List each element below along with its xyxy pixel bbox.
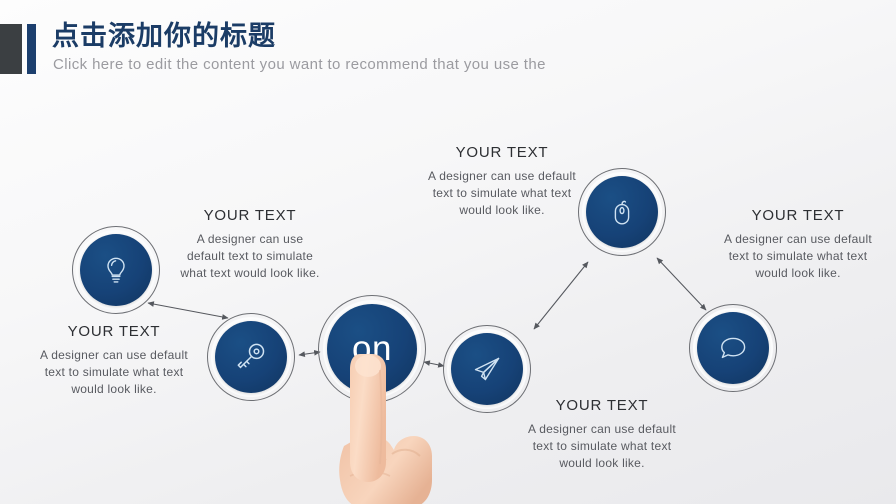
paper-plane-icon	[474, 357, 500, 381]
node-disc	[80, 234, 152, 306]
text-block-left: YOUR TEXT A designer can use default tex…	[30, 322, 198, 398]
node-disc	[215, 321, 287, 393]
speech-bubble-icon	[721, 337, 746, 359]
slide-canvas: 点击添加你的标题 Click here to edit the content …	[0, 0, 896, 504]
text-block-title: YOUR TEXT	[455, 144, 549, 161]
computer-mouse-icon	[614, 200, 630, 225]
on-button-label: on	[352, 328, 392, 368]
text-block-mouse: YOUR TEXT A designer can use default tex…	[425, 143, 579, 219]
text-block-body: A designer can use default text to simul…	[428, 169, 576, 217]
node-computer-mouse[interactable]	[578, 168, 666, 256]
lightbulb-icon	[107, 257, 125, 283]
node-disc	[697, 312, 769, 384]
node-paper-plane[interactable]	[443, 325, 531, 413]
text-block-chat: YOUR TEXT A designer can use default tex…	[715, 206, 881, 282]
node-disc: on	[327, 304, 417, 394]
text-block-body: A designer can use default text to simul…	[528, 422, 676, 470]
text-block-title: YOUR TEXT	[555, 397, 649, 414]
node-speech-bubble[interactable]	[689, 304, 777, 392]
text-block-plane: YOUR TEXT A designer can use default tex…	[525, 396, 679, 472]
text-block-body: A designer can use default text to simul…	[40, 348, 188, 396]
node-lightbulb[interactable]	[72, 226, 160, 314]
node-disc	[586, 176, 658, 248]
text-block-body: A designer can use default text to simul…	[724, 232, 872, 280]
node-disc	[451, 333, 523, 405]
text-block-title: YOUR TEXT	[67, 323, 161, 340]
node-key[interactable]	[207, 313, 295, 401]
key-icon	[237, 343, 265, 369]
text-block-title: YOUR TEXT	[751, 207, 845, 224]
node-center-on-button[interactable]: on	[318, 295, 426, 403]
text-block-lightbulb: YOUR TEXT A designer can use default tex…	[180, 206, 320, 282]
text-block-body: A designer can use default text to simul…	[180, 232, 320, 280]
text-block-title: YOUR TEXT	[203, 207, 297, 224]
